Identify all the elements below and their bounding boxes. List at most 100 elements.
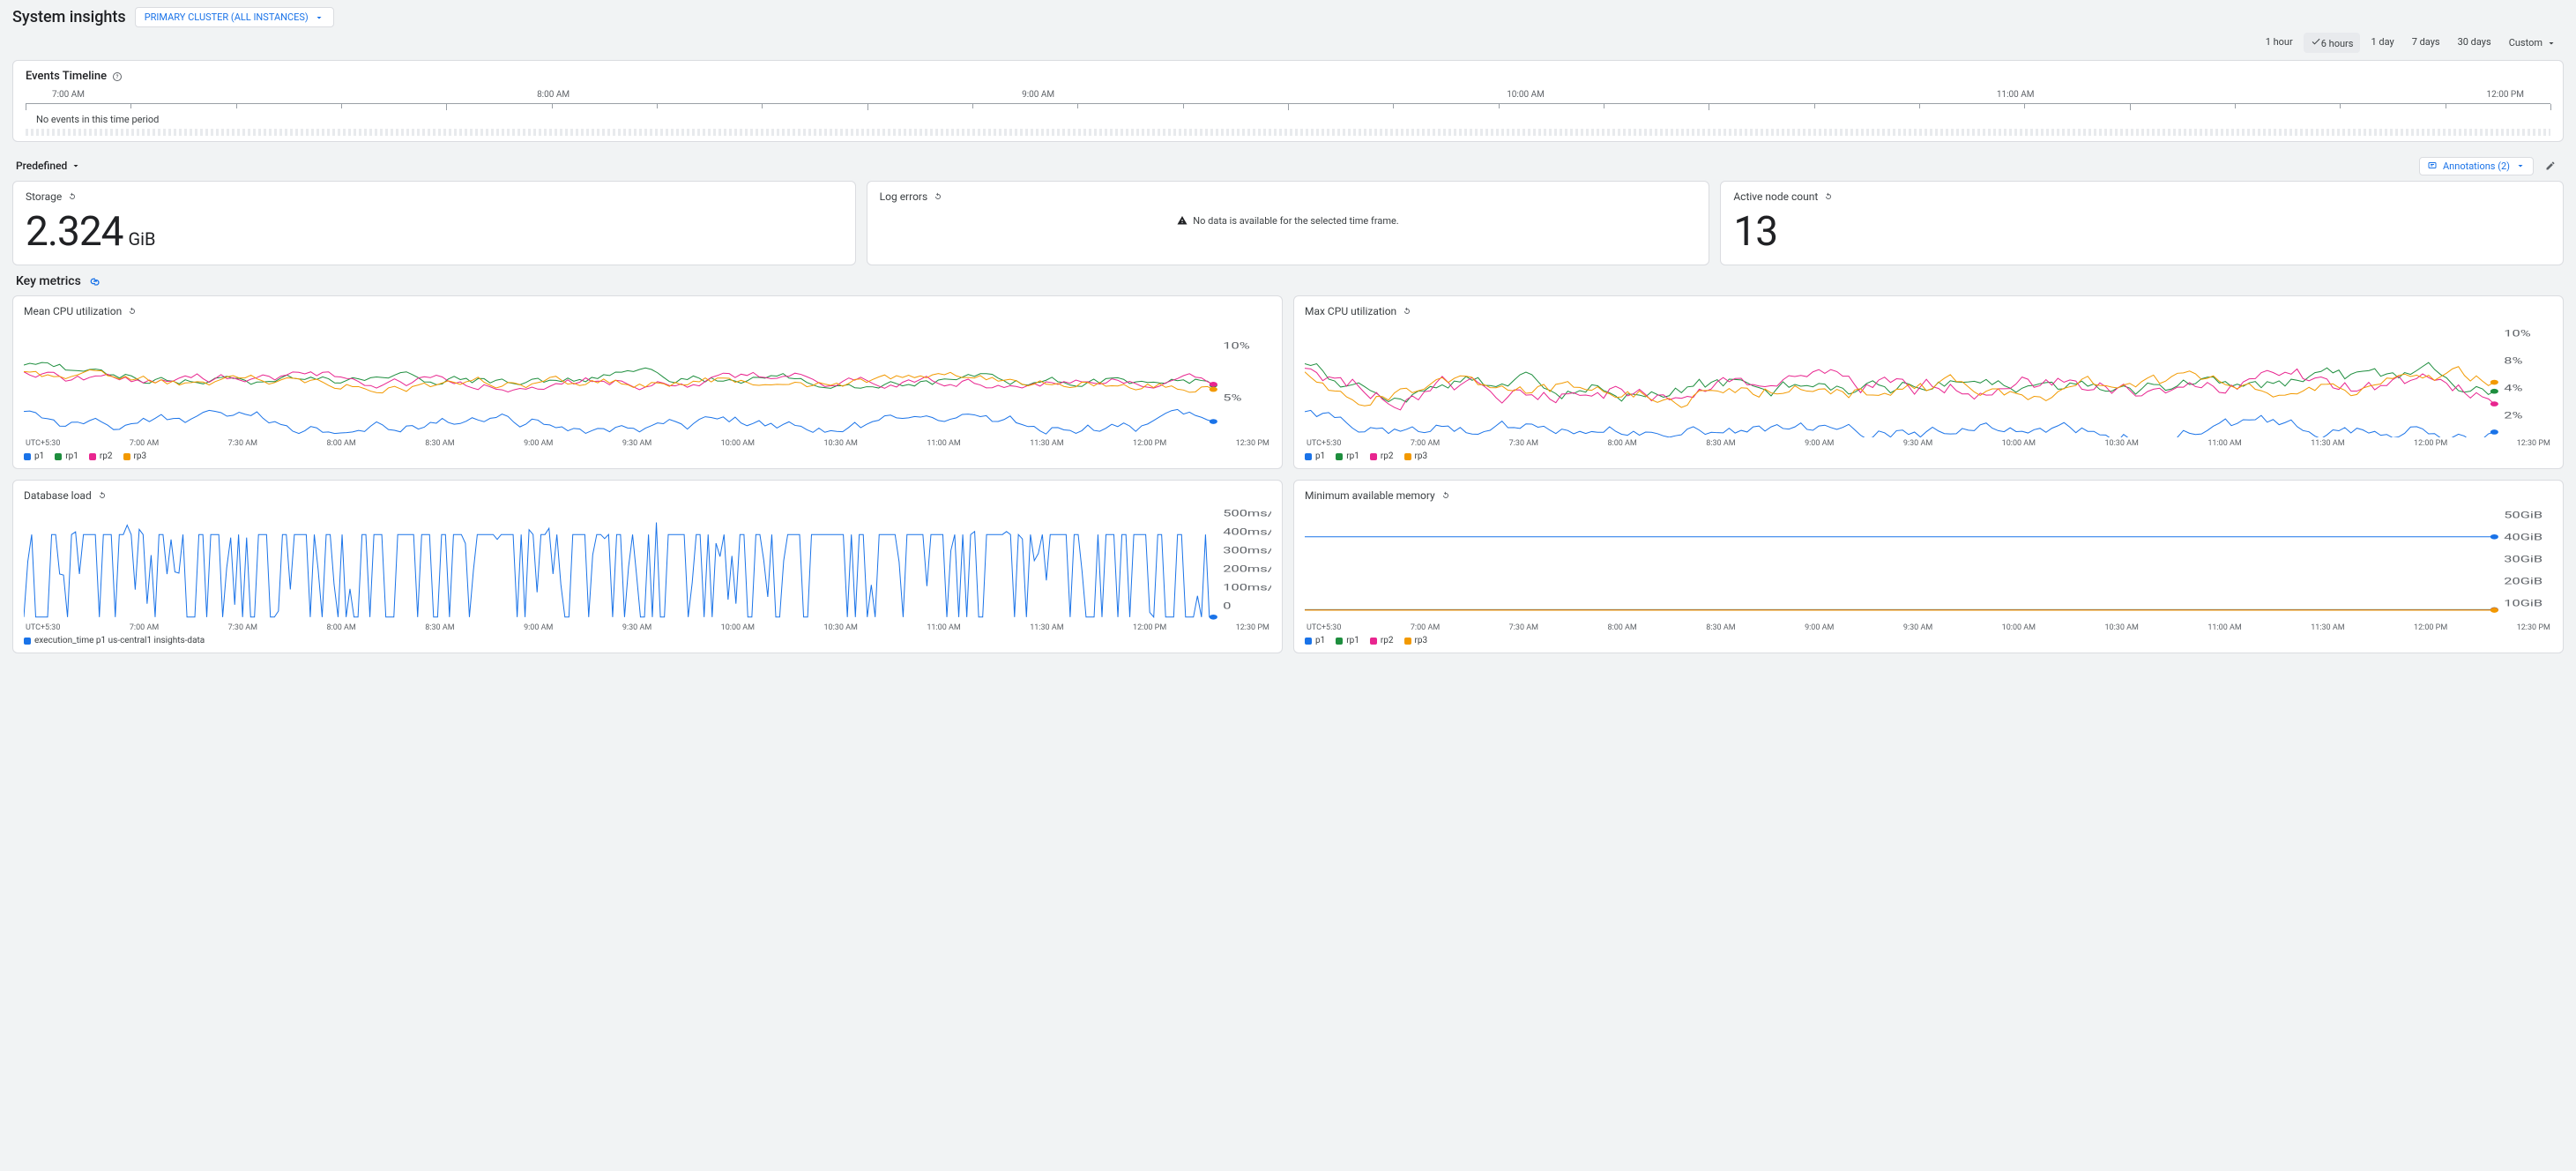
x-axis-label: 12:00 PM [1133, 439, 1166, 448]
timeline-tick-label: 10:00 AM [1507, 90, 1545, 100]
predefined-label: Predefined [16, 160, 67, 172]
legend-label: rp3 [134, 451, 147, 461]
svg-text:500ms/s: 500ms/s [1223, 509, 1271, 519]
edit-button[interactable] [2541, 156, 2560, 175]
chart-plot[interactable]: 500ms/s400ms/s300ms/s200ms/s100ms/s0 [24, 507, 1271, 622]
x-axis-label: 7:30 AM [1509, 439, 1538, 448]
events-timeline-card: Events Timeline ? 7:00 AM8:00 AM9:00 AM1… [12, 60, 2564, 142]
x-axis-label: 10:30 AM [2105, 623, 2139, 632]
x-axis-label: 9:30 AM [1903, 623, 1932, 632]
svg-text:20GiB: 20GiB [2504, 577, 2542, 587]
legend-swatch [24, 453, 31, 460]
legend-label: rp3 [1415, 451, 1428, 461]
legend-label: p1 [34, 451, 44, 461]
chevron-down-icon [71, 160, 81, 171]
x-axis-label: 8:30 AM [425, 623, 454, 632]
link-icon[interactable] [88, 274, 102, 288]
chevron-down-icon [314, 12, 324, 23]
x-axis-label: 10:00 AM [2002, 623, 2036, 632]
legend-item[interactable]: rp1 [1336, 636, 1359, 645]
x-axis-label: 12:00 PM [2414, 439, 2447, 448]
annotations-chip[interactable]: Annotations (2) [2419, 157, 2534, 175]
chart-plot[interactable]: 50GiB40GiB30GiB20GiB10GiB [1305, 507, 2552, 622]
chevron-down-icon [2515, 160, 2526, 171]
refresh-icon[interactable] [1441, 490, 1451, 501]
legend-label: execution_time p1 us-central1 insights-d… [34, 636, 205, 645]
x-axis-tz: UTC+5:30 [26, 439, 60, 448]
chart-plot[interactable]: 10%5% [24, 323, 1271, 437]
legend-item[interactable]: rp1 [55, 451, 78, 461]
svg-text:10GiB: 10GiB [2504, 599, 2542, 609]
time-range-custom[interactable]: Custom [2502, 33, 2564, 53]
node-count-title: Active node count [1733, 190, 1818, 203]
key-metrics-title: Key metrics [16, 274, 81, 288]
timeline-tick-label: 9:00 AM [1022, 90, 1054, 100]
legend-swatch [55, 453, 62, 460]
events-timeline-title: Events Timeline [26, 70, 107, 83]
legend-label: rp3 [1415, 636, 1428, 645]
legend-item[interactable]: rp3 [123, 451, 147, 461]
timeline-tick-label: 7:00 AM [52, 90, 85, 100]
legend-item[interactable]: rp2 [1370, 636, 1394, 645]
time-range-30-days[interactable]: 30 days [2451, 33, 2498, 53]
timeline-tick-label: 11:00 AM [1997, 90, 2035, 100]
x-axis-label: 9:00 AM [524, 623, 553, 632]
node-count-value: 13 [1733, 208, 1777, 256]
legend-item[interactable]: rp2 [89, 451, 113, 461]
refresh-icon[interactable] [67, 191, 78, 202]
legend-item[interactable]: rp3 [1404, 451, 1428, 461]
refresh-icon[interactable] [127, 306, 138, 317]
x-axis-label: 7:00 AM [130, 623, 159, 632]
refresh-icon[interactable] [1823, 191, 1834, 202]
legend-swatch [1370, 638, 1377, 645]
storage-title: Storage [26, 190, 62, 203]
x-axis-label: 9:00 AM [524, 439, 553, 448]
x-axis-label: 9:30 AM [1903, 439, 1932, 448]
x-axis-tz: UTC+5:30 [26, 623, 60, 632]
refresh-icon[interactable] [1402, 306, 1412, 317]
x-axis-tz: UTC+5:30 [1307, 439, 1341, 448]
legend-item[interactable]: rp3 [1404, 636, 1428, 645]
chart-plot[interactable]: 10%8%4%2% [1305, 323, 2552, 437]
legend-item[interactable]: p1 [1305, 636, 1325, 645]
legend-item[interactable]: p1 [1305, 451, 1325, 461]
storage-value: 2.324 [26, 208, 123, 256]
time-range-1-day[interactable]: 1 day [2364, 33, 2401, 53]
legend-item[interactable]: p1 [24, 451, 44, 461]
help-icon[interactable]: ? [112, 71, 123, 82]
refresh-icon[interactable] [97, 490, 108, 501]
cluster-selector-label: PRIMARY CLUSTER (ALL INSTANCES) [145, 11, 309, 23]
time-range-1-hour[interactable]: 1 hour [2259, 33, 2300, 53]
refresh-icon[interactable] [933, 191, 943, 202]
legend-label: rp1 [1346, 636, 1359, 645]
svg-text:40GiB: 40GiB [2504, 533, 2542, 543]
x-axis-label: 7:30 AM [228, 623, 257, 632]
legend-swatch [1336, 453, 1343, 460]
svg-text:400ms/s: 400ms/s [1223, 527, 1271, 538]
time-range-7-days[interactable]: 7 days [2405, 33, 2447, 53]
x-axis-label: 8:30 AM [1706, 623, 1735, 632]
predefined-dropdown[interactable]: Predefined [16, 160, 81, 172]
legend-label: p1 [1315, 636, 1325, 645]
storage-card: Storage 2.324 GiB [12, 181, 856, 265]
x-axis-label: 7:30 AM [228, 439, 257, 448]
legend-item[interactable]: execution_time p1 us-central1 insights-d… [24, 636, 205, 645]
time-range-selector: 1 hour6 hours1 day7 days30 daysCustom [12, 33, 2564, 53]
annotations-label: Annotations (2) [2443, 160, 2510, 172]
legend-swatch [1305, 638, 1312, 645]
legend-item[interactable]: rp2 [1370, 451, 1394, 461]
time-range-6-hours[interactable]: 6 hours [2304, 33, 2361, 53]
x-axis-tz: UTC+5:30 [1307, 623, 1341, 632]
svg-text:200ms/s: 200ms/s [1223, 563, 1271, 574]
chart-title: Database load [24, 489, 92, 502]
chart-legend: p1 rp1 rp2 rp3 [24, 448, 1271, 461]
chart-title: Minimum available memory [1305, 489, 1435, 502]
cluster-selector-chip[interactable]: PRIMARY CLUSTER (ALL INSTANCES) [135, 7, 334, 27]
chart-title: Max CPU utilization [1305, 305, 1396, 317]
x-axis-label: 11:30 AM [1030, 623, 1063, 632]
legend-swatch [1305, 453, 1312, 460]
x-axis-label: 10:00 AM [721, 623, 755, 632]
legend-item[interactable]: rp1 [1336, 451, 1359, 461]
x-axis-label: 8:30 AM [1706, 439, 1735, 448]
x-axis-label: 9:00 AM [1805, 439, 1834, 448]
